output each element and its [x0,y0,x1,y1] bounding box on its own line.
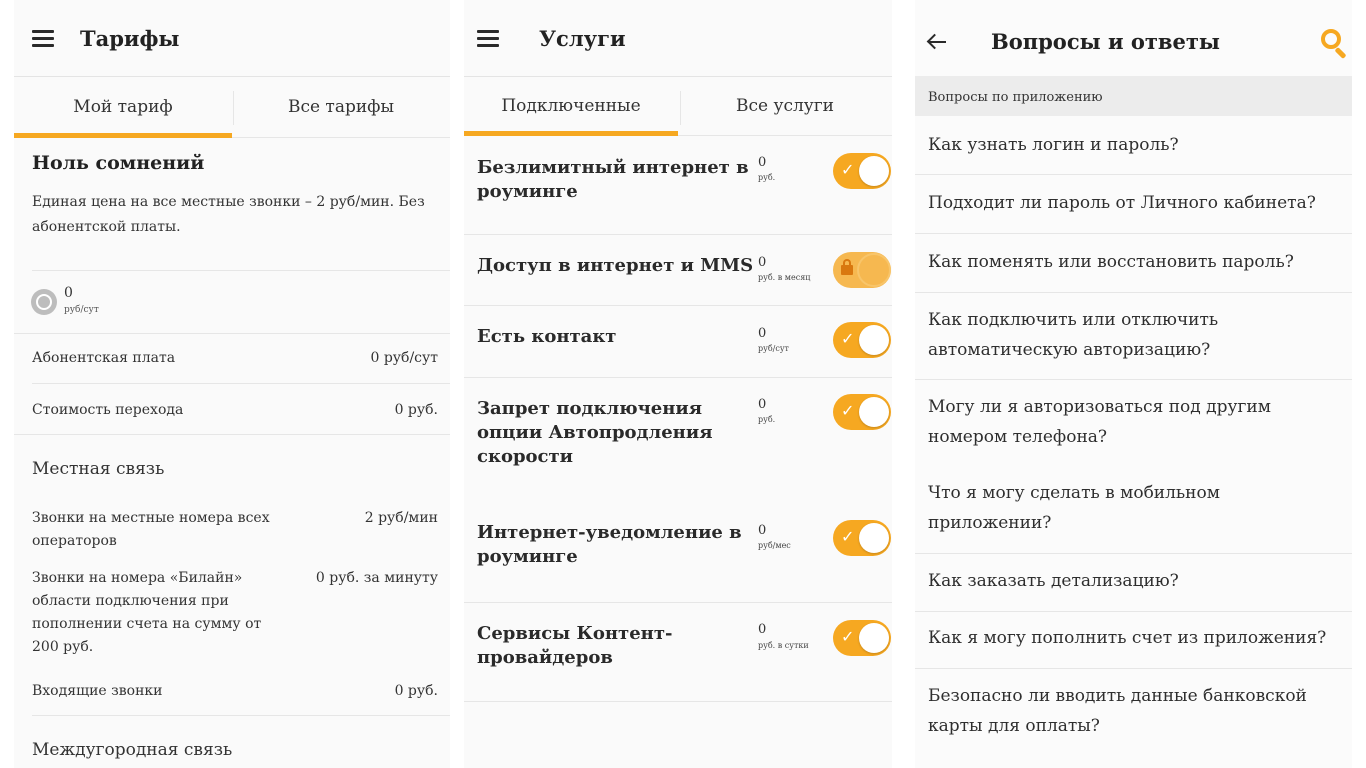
divider [464,602,892,603]
daily-fee-unit: руб/сут [64,305,99,315]
tariff-description: Единая цена на все местные звонки – 2 ру… [32,194,425,235]
tab-divider [233,91,234,125]
service-unit: руб. в месяц [758,273,811,282]
services-app-bar: Услуги [464,0,892,77]
faq-question[interactable]: Как подключить или отключить автоматичес… [928,305,1258,365]
back-arrow-icon[interactable] [927,32,947,52]
service-name: Доступ в интернет и MMS [477,255,754,276]
page-title: Тарифы [80,25,180,51]
faq-category-header: Вопросы по приложению [915,76,1352,116]
check-icon: ✓ [841,160,855,179]
page-title: Услуги [539,25,626,51]
service-unit: руб/сут [758,344,789,353]
service-toggle[interactable]: ✓ [833,322,891,358]
faq-question[interactable]: Что я могу сделать в мобильном приложени… [928,478,1248,538]
divider [464,377,892,378]
service-price: 0 [758,523,767,538]
tab-divider [680,91,681,125]
divider [32,383,450,384]
faq-question[interactable]: Как поменять или восстановить пароль? [928,247,1348,277]
local-calls-value: 2 руб/мин [364,510,438,526]
page-title: Вопросы и ответы [991,29,1220,54]
service-name: Интернет-уведомление в роуминге [477,522,742,567]
beeline-calls-label: Звонки на номера «Билайн» области подклю… [32,570,262,655]
faq-question[interactable]: Безопасно ли вводить данные банковской к… [928,681,1348,741]
subscription-fee-value: 0 руб/сут [370,350,438,366]
divider [14,333,450,334]
beeline-calls-value: 0 руб. за минуту [315,570,438,586]
switch-cost-value: 0 руб. [394,402,438,418]
tab-all-tariffs[interactable]: Все тарифы [232,77,450,137]
service-name: Запрет подключения опции Автопродления с… [477,398,713,467]
divider [464,234,892,235]
incoming-calls-value: 0 руб. [394,683,438,699]
service-price: 0 [758,622,767,637]
tab-my-tariff[interactable]: Мой тариф [14,77,232,138]
service-price: 0 [758,397,767,412]
divider [915,379,1352,380]
service-unit: руб. [758,415,776,424]
service-name: Есть контакт [477,326,617,347]
tab-connected[interactable]: Подключенные [464,77,678,136]
tab-all-services[interactable]: Все услуги [678,77,892,135]
services-screen: Услуги Подключенные Все услуги Безлимитн… [464,0,892,768]
divider [915,292,1352,293]
service-toggle[interactable]: ✓ [833,394,891,430]
faq-question[interactable]: Как я могу пополнить счет из приложения? [928,623,1348,653]
clock-icon [31,289,57,315]
incoming-calls-label: Входящие звонки [32,683,163,699]
daily-fee-value: 0 [64,285,73,301]
divider [464,305,892,306]
service-unit: руб. в сутки [758,641,809,650]
local-section-title: Местная связь [32,459,165,479]
subscription-fee-label: Абонентская плата [32,350,176,366]
check-icon: ✓ [841,627,855,646]
service-price: 0 [758,255,767,270]
check-icon: ✓ [841,401,855,420]
tariffs-app-bar: Тарифы [14,0,450,77]
service-price: 0 [758,155,767,170]
divider [915,553,1352,554]
divider [915,668,1352,669]
service-toggle[interactable]: ✓ [833,620,891,656]
divider [14,434,450,435]
tariffs-screen: Тарифы Мой тариф Все тарифы Ноль сомнени… [14,0,450,768]
services-tabs: Подключенные Все услуги [464,77,892,136]
lock-icon [841,259,853,275]
faq-question[interactable]: Могу ли я авторизоваться под другим номе… [928,392,1308,452]
service-toggle[interactable]: ✓ [833,520,891,556]
check-icon: ✓ [841,527,855,546]
faq-question[interactable]: Подходит ли пароль от Личного кабинета? [928,188,1348,218]
divider [32,715,450,716]
menu-icon[interactable] [477,29,501,47]
divider [915,233,1352,234]
divider [915,174,1352,175]
service-toggle[interactable]: ✓ [833,153,891,189]
service-toggle-locked[interactable] [833,252,891,288]
local-calls-label: Звонки на местные номера всех операторов [32,510,270,549]
divider [915,611,1352,612]
service-unit: руб. [758,173,776,182]
check-icon: ✓ [841,329,855,348]
service-name: Сервисы Контент-провайдеров [477,623,673,668]
search-icon[interactable] [1320,28,1350,60]
tariffs-tabs: Мой тариф Все тарифы [14,77,450,138]
long-distance-section-title: Междугородная связь [32,740,233,760]
faq-question[interactable]: Как заказать детализацию? [928,566,1348,596]
faq-question[interactable]: Как узнать логин и пароль? [928,130,1348,160]
divider [32,270,450,271]
service-name: Безлимитный интернет в роуминге [477,157,749,202]
tariff-name: Ноль сомнений [32,152,205,174]
switch-cost-label: Стоимость перехода [32,402,184,418]
service-price: 0 [758,326,767,341]
faq-screen: Вопросы и ответы Вопросы по приложению К… [915,0,1352,768]
service-unit: руб/мес [758,541,791,550]
divider [464,701,892,702]
menu-icon[interactable] [32,29,56,47]
